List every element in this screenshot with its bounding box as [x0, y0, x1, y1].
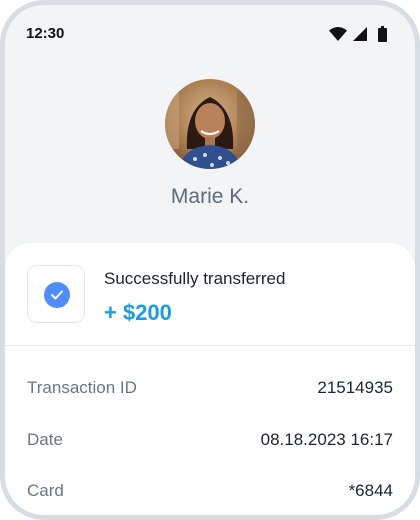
check-circle-icon [44, 282, 70, 308]
phone-frame: 12:30 Marie K. Successfully transferred … [0, 0, 420, 520]
detail-label: Date [27, 430, 63, 449]
avatar [165, 79, 255, 169]
status-time: 12:30 [26, 25, 65, 42]
detail-label: Transaction ID [27, 378, 137, 397]
success-indicator [27, 265, 85, 323]
detail-value: 21514935 [317, 378, 393, 397]
wifi-icon [329, 27, 347, 41]
detail-row-card: Card *6844 [5, 481, 415, 505]
recipient-name: Marie K. [170, 185, 250, 208]
transfer-amount: + $200 [104, 300, 172, 325]
transfer-status-text: Successfully transferred [104, 269, 286, 288]
detail-row-transaction-id: Transaction ID 21514935 [5, 378, 415, 402]
transfer-card: Successfully transferred + $200 Transact… [5, 243, 415, 515]
cellular-signal-icon [353, 27, 367, 41]
detail-value: 08.18.2023 16:17 [260, 430, 393, 449]
status-bar: 12:30 [5, 5, 415, 65]
divider [5, 345, 415, 346]
detail-label: Card [27, 481, 64, 500]
detail-row-date: Date 08.18.2023 16:17 [5, 430, 415, 454]
detail-value: *6844 [348, 481, 393, 500]
battery-icon [378, 26, 387, 42]
